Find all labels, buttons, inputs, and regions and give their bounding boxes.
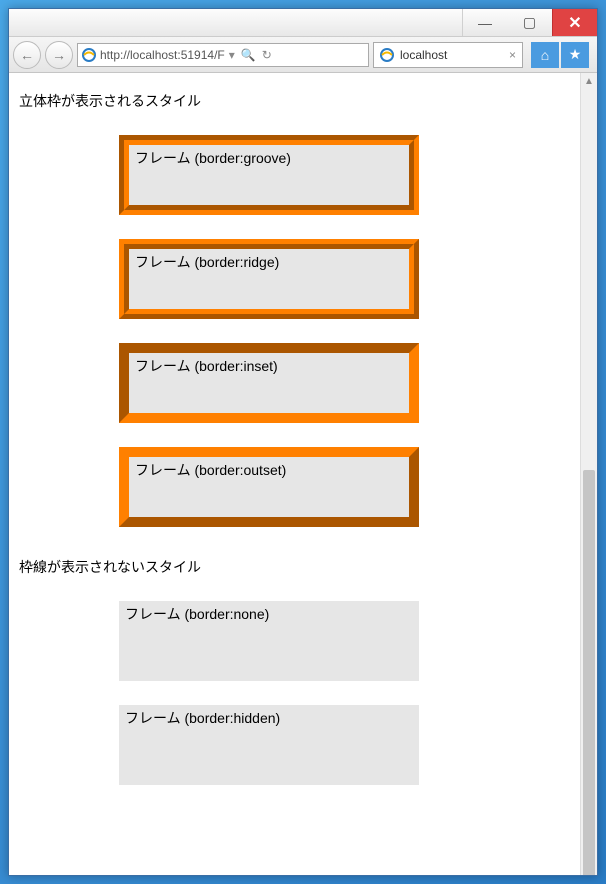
- frame-hidden: フレーム (border:hidden): [119, 705, 419, 785]
- frame-inset: フレーム (border:inset): [119, 343, 419, 423]
- titlebar: — ▢ ✕: [9, 9, 597, 37]
- browser-tab[interactable]: localhost ×: [373, 42, 523, 68]
- maximize-button[interactable]: ▢: [507, 9, 552, 36]
- search-icon[interactable]: 🔍: [241, 48, 256, 62]
- scroll-up-button[interactable]: ▲: [581, 73, 597, 90]
- frame-row-inset: フレーム (border:inset): [119, 343, 570, 423]
- ie-icon: [82, 48, 96, 62]
- minimize-button[interactable]: —: [462, 9, 507, 36]
- address-bar[interactable]: http://localhost:51914/F ▾ 🔍 ↻: [77, 43, 369, 67]
- tab-title: localhost: [400, 48, 447, 62]
- ie-icon: [380, 48, 394, 62]
- frame-row-hidden: フレーム (border:hidden): [119, 705, 570, 785]
- forward-button[interactable]: →: [45, 41, 73, 69]
- frame-outset: フレーム (border:outset): [119, 447, 419, 527]
- url-text: http://localhost:51914/F: [100, 48, 225, 62]
- toolbar-right: ⌂ ★: [527, 42, 593, 68]
- frame-groove: フレーム (border:groove): [119, 135, 419, 215]
- back-button[interactable]: ←: [13, 41, 41, 69]
- home-button[interactable]: ⌂: [531, 42, 559, 68]
- scroll-track[interactable]: [581, 90, 597, 858]
- section-title-3d: 立体枠が表示されるスタイル: [19, 91, 570, 111]
- addr-controls: ▾ 🔍 ↻: [229, 48, 272, 62]
- favorites-button[interactable]: ★: [561, 42, 589, 68]
- refresh-icon[interactable]: ↻: [262, 48, 272, 62]
- vertical-scrollbar[interactable]: ▲ ▼: [580, 73, 597, 875]
- scroll-thumb[interactable]: [583, 470, 595, 875]
- close-button[interactable]: ✕: [552, 9, 597, 36]
- dropdown-icon[interactable]: ▾: [229, 48, 235, 62]
- frame-ridge: フレーム (border:ridge): [119, 239, 419, 319]
- frame-row-groove: フレーム (border:groove): [119, 135, 570, 215]
- content-wrap: 立体枠が表示されるスタイル フレーム (border:groove) フレーム …: [9, 73, 597, 875]
- frame-row-none: フレーム (border:none): [119, 601, 570, 681]
- frame-row-ridge: フレーム (border:ridge): [119, 239, 570, 319]
- browser-window: — ▢ ✕ ← → http://localhost:51914/F ▾ 🔍 ↻…: [8, 8, 598, 876]
- page-content: 立体枠が表示されるスタイル フレーム (border:groove) フレーム …: [9, 73, 580, 875]
- frame-none: フレーム (border:none): [119, 601, 419, 681]
- navbar: ← → http://localhost:51914/F ▾ 🔍 ↻ local…: [9, 37, 597, 73]
- frame-row-outset: フレーム (border:outset): [119, 447, 570, 527]
- tab-close-icon[interactable]: ×: [509, 48, 516, 62]
- section-title-none: 枠線が表示されないスタイル: [19, 557, 570, 577]
